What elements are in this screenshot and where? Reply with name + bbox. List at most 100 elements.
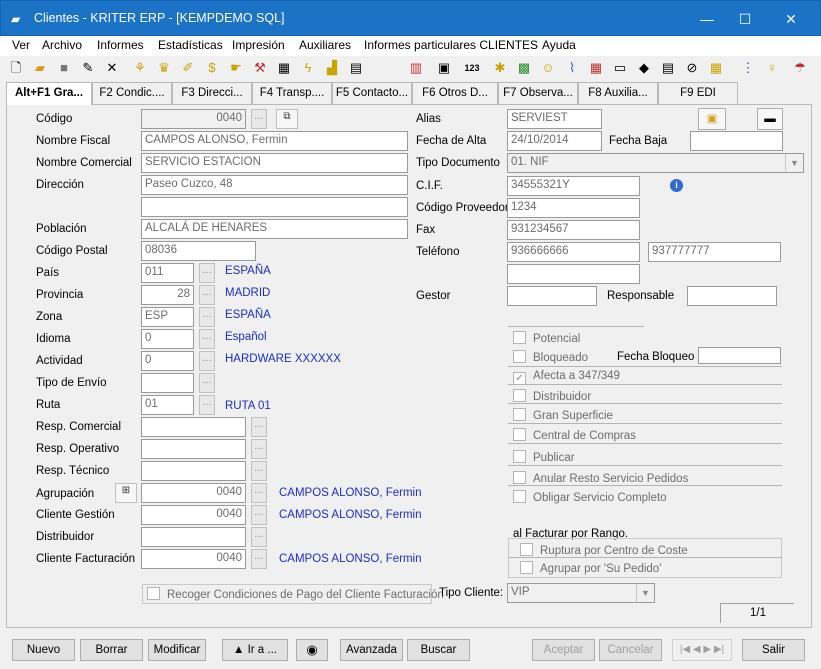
salir-button[interactable]: Salir	[742, 639, 805, 661]
edit-icon[interactable]: ✎	[78, 58, 98, 78]
menu-ayuda[interactable]: Ayuda	[542, 38, 576, 52]
hand-icon[interactable]: ☛	[226, 58, 246, 78]
fecha-bloqueo-field[interactable]	[698, 347, 781, 364]
cliente-facturacion-field[interactable]: 0040	[141, 549, 246, 569]
tab-general[interactable]: Alt+F1 Gra...	[6, 82, 92, 105]
provincia-field[interactable]: 28	[141, 285, 194, 305]
menu-auxiliares[interactable]: Auxiliares	[299, 38, 351, 52]
resp-operativo-field[interactable]	[141, 439, 246, 459]
document-icon[interactable]: ▤	[658, 58, 678, 78]
hierarchy-icon[interactable]: ⊞	[115, 483, 137, 503]
ruta-lookup-button[interactable]: …	[199, 395, 215, 415]
tag-icon[interactable]: ◆	[634, 58, 654, 78]
nombre-comercial-field[interactable]: SERVICIO ESTACION	[141, 153, 408, 173]
globe-icon[interactable]: ◉	[296, 639, 328, 661]
trophy-icon[interactable]: ♛	[154, 58, 174, 78]
actividad-field[interactable]: 0	[141, 351, 194, 371]
actividad-lookup-button[interactable]: …	[199, 351, 215, 371]
afecta-347-checkbox[interactable]: ✓ Afecta a 347/349	[513, 370, 620, 385]
codigo-proveedor-field[interactable]: 1234	[507, 198, 640, 218]
codigo-field[interactable]: 0040	[141, 109, 246, 129]
tab-edi[interactable]: F9 EDI	[658, 82, 738, 104]
agrupar-su-pedido-checkbox[interactable]: Agrupar por 'Su Pedido'	[520, 561, 661, 575]
recoger-checkbox-box[interactable]	[147, 587, 160, 600]
anular-resto-box[interactable]	[513, 471, 526, 484]
fecha-alta-field[interactable]: 24/10/2014	[507, 131, 602, 151]
tipo-documento-select[interactable]: 01. NIF ▼	[507, 153, 804, 173]
nombre-fiscal-field[interactable]: CAMPOS ALONSO, Fermin	[141, 131, 408, 151]
gestor-field[interactable]	[507, 286, 597, 306]
direccion-field[interactable]: Paseo Cuzco, 48	[141, 175, 408, 195]
distribuidor-box[interactable]	[513, 389, 526, 402]
window-icon[interactable]: ▭	[610, 58, 630, 78]
copy-icon[interactable]: ⧉	[276, 109, 298, 129]
obligar-servicio-box[interactable]	[513, 490, 526, 503]
distribuidor-lookup-button[interactable]: …	[251, 527, 267, 547]
new-document-icon[interactable]: 🗋	[6, 58, 26, 78]
tab-auxiliares[interactable]: F8 Auxilia...	[578, 82, 658, 104]
fax-field[interactable]: 931234567	[507, 220, 640, 240]
cliente-gestion-lookup-button[interactable]: …	[251, 505, 267, 525]
tab-transportes[interactable]: F4 Transp....	[252, 82, 332, 104]
tipo-envio-lookup-button[interactable]: …	[199, 373, 215, 393]
grid-icon[interactable]: ▦	[706, 58, 726, 78]
obligar-servicio-checkbox[interactable]: Obligar Servicio Completo	[513, 490, 667, 504]
provincia-lookup-button[interactable]: …	[199, 285, 215, 305]
maximize-button[interactable]: ☐	[722, 1, 768, 37]
map-icon[interactable]: ▩	[514, 58, 534, 78]
table-icon[interactable]: ▥	[406, 58, 426, 78]
responsable-field[interactable]	[687, 286, 777, 306]
ruptura-centro-coste-checkbox[interactable]: Ruptura por Centro de Coste	[520, 543, 688, 557]
cliente-gestion-field[interactable]: 0040	[141, 505, 246, 525]
agrupacion-lookup-button[interactable]: …	[251, 483, 267, 503]
menu-impresion[interactable]: Impresión	[232, 38, 285, 52]
publicar-checkbox[interactable]: Publicar	[513, 450, 575, 464]
modificar-button[interactable]: Modificar	[148, 639, 206, 661]
save-disk-icon[interactable]: ■	[54, 58, 74, 78]
menu-ver[interactable]: Ver	[12, 38, 30, 52]
idioma-lookup-button[interactable]: …	[199, 329, 215, 349]
gran-superficie-box[interactable]	[513, 408, 526, 421]
umbrella-icon[interactable]: ☂	[790, 58, 810, 78]
resp-tecnico-lookup-button[interactable]: …	[251, 461, 267, 481]
pais-field[interactable]: 011	[141, 263, 194, 283]
potencial-box[interactable]	[513, 331, 526, 344]
nuevo-button[interactable]: Nuevo	[12, 639, 75, 661]
agrupar-box[interactable]	[520, 561, 533, 574]
resp-operativo-lookup-button[interactable]: …	[251, 439, 267, 459]
open-folder-icon[interactable]: ▰	[30, 58, 50, 78]
tipo-envio-field[interactable]	[141, 373, 194, 393]
bar-chart-icon[interactable]: ▟	[322, 58, 342, 78]
numbers-icon[interactable]: ▣	[434, 58, 454, 78]
bloqueado-box[interactable]	[513, 350, 526, 363]
menu-informes-particulares[interactable]: Informes particulares CLIENTES	[364, 38, 538, 52]
menu-archivo[interactable]: Archivo	[42, 38, 82, 52]
car-icon[interactable]: ▬	[757, 108, 783, 130]
agrupacion-field[interactable]: 0040	[141, 483, 246, 503]
tab-otros-datos[interactable]: F6 Otros D...	[412, 82, 498, 104]
idioma-field[interactable]: 0	[141, 329, 194, 349]
delete-x-icon[interactable]: ✕	[102, 58, 122, 78]
fecha-baja-field[interactable]	[690, 131, 783, 151]
ruptura-box[interactable]	[520, 543, 533, 556]
central-compras-checkbox[interactable]: Central de Compras	[513, 428, 636, 442]
resp-comercial-lookup-button[interactable]: …	[251, 417, 267, 437]
direccion-field-2[interactable]	[141, 197, 408, 217]
cliente-facturacion-lookup-button[interactable]: …	[251, 549, 267, 569]
clip-icon[interactable]: ⊘	[682, 58, 702, 78]
gran-superficie-checkbox[interactable]: Gran Superficie	[513, 408, 613, 422]
paperclip-icon[interactable]: ⌇	[562, 58, 582, 78]
potencial-checkbox[interactable]: Potencial	[513, 331, 580, 345]
zona-lookup-button[interactable]: …	[199, 307, 215, 327]
distribuidor-checkbox[interactable]: Distribuidor	[513, 389, 591, 403]
cif-field[interactable]: 34555321Y	[507, 176, 640, 196]
photo-icon[interactable]: ▣	[698, 108, 726, 130]
bee-icon[interactable]: ✱	[490, 58, 510, 78]
aceptar-button[interactable]: Aceptar	[532, 639, 595, 661]
report-icon[interactable]: ▦	[586, 58, 606, 78]
publicar-box[interactable]	[513, 450, 526, 463]
poblacion-field[interactable]: ALCALÁ DE HENARES	[141, 219, 408, 239]
tipo-cliente-select[interactable]: VIP ▼	[507, 583, 655, 603]
telefono-field[interactable]: 936666666	[507, 242, 640, 262]
distribuidor-field[interactable]	[141, 527, 246, 547]
